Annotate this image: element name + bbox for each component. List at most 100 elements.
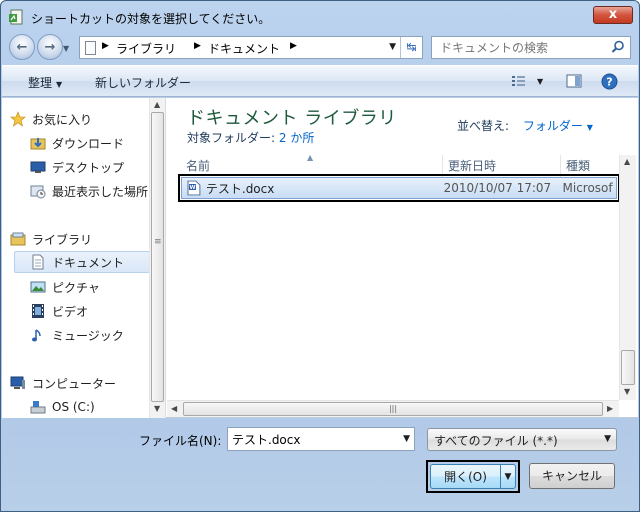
organize-button[interactable]: 整理 ▼ bbox=[28, 74, 62, 91]
back-button[interactable]: ← bbox=[9, 34, 35, 60]
sidebar-item-label: お気に入り bbox=[32, 112, 93, 127]
toolbar: 整理 ▼ 新しいフォルダー ▼ ? bbox=[2, 65, 638, 97]
target-folders: 対象フォルダー: 2 か所 bbox=[187, 129, 314, 146]
file-list-horizontal-scrollbar[interactable]: ◀ ||| ▶ bbox=[167, 400, 619, 417]
file-type: Microsof bbox=[562, 181, 613, 195]
sidebar-item-os-drive[interactable]: OS (C:) bbox=[30, 396, 148, 418]
sidebar-item-downloads[interactable]: ダウンロード bbox=[30, 132, 148, 154]
svg-text:W: W bbox=[189, 185, 195, 191]
picture-icon bbox=[30, 281, 46, 293]
horizontal-scroll-thumb[interactable]: ||| bbox=[183, 402, 603, 416]
refresh-icon[interactable]: ↹ bbox=[400, 37, 422, 58]
search-input[interactable] bbox=[440, 38, 610, 58]
address-dropdown-icon[interactable]: ▼ bbox=[389, 42, 396, 52]
file-modified: 2010/10/07 17:07 bbox=[443, 181, 552, 195]
column-header-type[interactable]: 種類 bbox=[561, 155, 619, 177]
sidebar-item-label: デスクトップ bbox=[52, 160, 125, 175]
file-name: テスト.docx bbox=[205, 181, 275, 196]
preview-pane-icon[interactable] bbox=[566, 73, 582, 89]
sidebar-item-desktop[interactable]: デスクトップ bbox=[30, 156, 148, 178]
sidebar-item-pictures[interactable]: ピクチャ bbox=[30, 276, 148, 298]
search-icon[interactable] bbox=[611, 40, 625, 54]
search-box[interactable] bbox=[431, 36, 631, 59]
desktop-icon bbox=[30, 161, 46, 173]
new-folder-button[interactable]: 新しいフォルダー bbox=[95, 74, 191, 91]
help-icon[interactable]: ? bbox=[601, 73, 618, 90]
scroll-up-icon[interactable]: ▲ bbox=[154, 100, 160, 109]
column-header-name[interactable]: 名前 bbox=[181, 155, 443, 177]
sidebar-scrollbar[interactable]: ▲ ≡ ▼ bbox=[149, 98, 165, 418]
filename-input[interactable] bbox=[232, 429, 392, 449]
music-icon bbox=[32, 329, 41, 342]
word-document-icon: W bbox=[187, 180, 201, 196]
close-button[interactable]: x bbox=[593, 6, 633, 24]
sidebar-item-music[interactable]: ミュージック bbox=[30, 324, 148, 346]
sidebar-item-label: OS (C:) bbox=[52, 400, 95, 414]
sidebar-item-label: ダウンロード bbox=[52, 136, 125, 151]
content-area: お気に入り ダウンロード デスクトップ 最近表示した場所 ライブラリ ドキュメン… bbox=[2, 98, 638, 418]
sidebar-item-libraries[interactable]: ライブラリ bbox=[10, 228, 148, 250]
sidebar-item-label: ドキュメント bbox=[52, 255, 125, 270]
open-options-dropdown[interactable]: ▼ bbox=[500, 464, 516, 489]
app-icon bbox=[9, 9, 23, 25]
forward-arrow-icon: → bbox=[44, 39, 56, 55]
sidebar-item-label: コンピューター bbox=[32, 376, 117, 391]
scroll-up-icon[interactable]: ▲ bbox=[624, 157, 630, 166]
arrange-by-dropdown[interactable]: フォルダー ▼ bbox=[523, 119, 593, 133]
breadcrumb-documents[interactable]: ドキュメント bbox=[208, 40, 280, 57]
navigation-bar: ← → ▼ ▶ ライブラリ ▶ ドキュメント ▶ ▼ ↹ bbox=[1, 31, 639, 63]
chevron-down-icon[interactable]: ▼ bbox=[403, 434, 410, 444]
view-options-icon[interactable] bbox=[511, 73, 527, 89]
breadcrumb-separator-icon[interactable]: ▶ bbox=[102, 41, 109, 51]
recent-pages-dropdown-icon[interactable]: ▼ bbox=[63, 44, 69, 53]
file-row[interactable]: W テスト.docx 2010/10/07 17:07 Microsof bbox=[178, 174, 620, 202]
title-bar: ショートカットの対象を選択してください。 x bbox=[1, 1, 639, 31]
file-list-vertical-scrollbar[interactable]: ▲ ▼ bbox=[619, 155, 636, 400]
open-button[interactable]: 開く(O) bbox=[430, 464, 500, 489]
drive-icon bbox=[30, 401, 46, 414]
file-list-scroll-thumb[interactable] bbox=[621, 350, 635, 385]
scroll-left-icon[interactable]: ◀ bbox=[171, 404, 177, 413]
file-type-filter-select[interactable]: すべてのファイル (*.*) ▼ bbox=[427, 428, 617, 451]
sidebar-item-documents[interactable]: ドキュメント bbox=[14, 251, 150, 273]
filename-combobox[interactable]: ▼ bbox=[227, 427, 415, 451]
sidebar-item-recent-places[interactable]: 最近表示した場所 bbox=[30, 180, 148, 202]
sidebar-item-computer[interactable]: コンピューター bbox=[10, 372, 148, 394]
view-dropdown-icon[interactable]: ▼ bbox=[537, 77, 543, 86]
sidebar-item-videos[interactable]: ビデオ bbox=[30, 300, 148, 322]
file-dialog-window: ショートカットの対象を選択してください。 x ← → ▼ ▶ ライブラリ ▶ ド… bbox=[0, 0, 640, 512]
sidebar-item-favorites[interactable]: お気に入り bbox=[10, 108, 148, 130]
video-icon bbox=[32, 304, 44, 318]
document-icon bbox=[32, 254, 44, 270]
sidebar-item-label: 最近表示した場所 bbox=[52, 184, 148, 199]
open-button-group: 開く(O) ▼ bbox=[426, 460, 520, 493]
download-folder-icon bbox=[30, 138, 46, 150]
sidebar-item-label: ビデオ bbox=[52, 304, 89, 319]
arrange-by: 並べ替え: フォルダー ▼ bbox=[457, 117, 593, 134]
sidebar-scroll-thumb[interactable]: ≡ bbox=[151, 112, 164, 402]
star-icon bbox=[10, 111, 26, 127]
breadcrumb-separator-icon[interactable]: ▶ bbox=[290, 41, 297, 51]
organize-label: 整理 bbox=[28, 76, 53, 90]
arrange-value: フォルダー bbox=[522, 119, 583, 133]
breadcrumb-libraries[interactable]: ライブラリ bbox=[116, 40, 176, 57]
sidebar-item-label: ミュージック bbox=[52, 328, 124, 343]
forward-button[interactable]: → bbox=[37, 34, 63, 60]
column-header-modified[interactable]: 更新日時 bbox=[443, 155, 561, 177]
breadcrumb-separator-icon[interactable]: ▶ bbox=[194, 41, 201, 51]
cancel-button[interactable]: キャンセル bbox=[529, 463, 615, 489]
target-folder-link[interactable]: 2 か所 bbox=[279, 131, 314, 145]
dialog-footer: ファイル名(N): ▼ すべてのファイル (*.*) ▼ 開く(O) ▼ キャン… bbox=[1, 419, 639, 513]
scroll-down-icon[interactable]: ▼ bbox=[624, 387, 630, 396]
scroll-right-icon[interactable]: ▶ bbox=[607, 404, 613, 413]
recent-places-icon bbox=[30, 185, 46, 199]
scroll-down-icon[interactable]: ▼ bbox=[154, 404, 160, 413]
address-bar[interactable]: ▶ ライブラリ ▶ ドキュメント ▶ ▼ ↹ bbox=[79, 36, 423, 59]
library-icon bbox=[10, 232, 26, 246]
library-title: ドキュメント ライブラリ bbox=[187, 108, 397, 129]
back-arrow-icon: ← bbox=[16, 39, 28, 55]
file-list-pane: ドキュメント ライブラリ 対象フォルダー: 2 か所 並べ替え: フォルダー ▼… bbox=[167, 98, 638, 418]
location-document-icon bbox=[85, 41, 96, 55]
chevron-down-icon: ▼ bbox=[586, 123, 593, 132]
chevron-down-icon: ▼ bbox=[604, 434, 611, 444]
